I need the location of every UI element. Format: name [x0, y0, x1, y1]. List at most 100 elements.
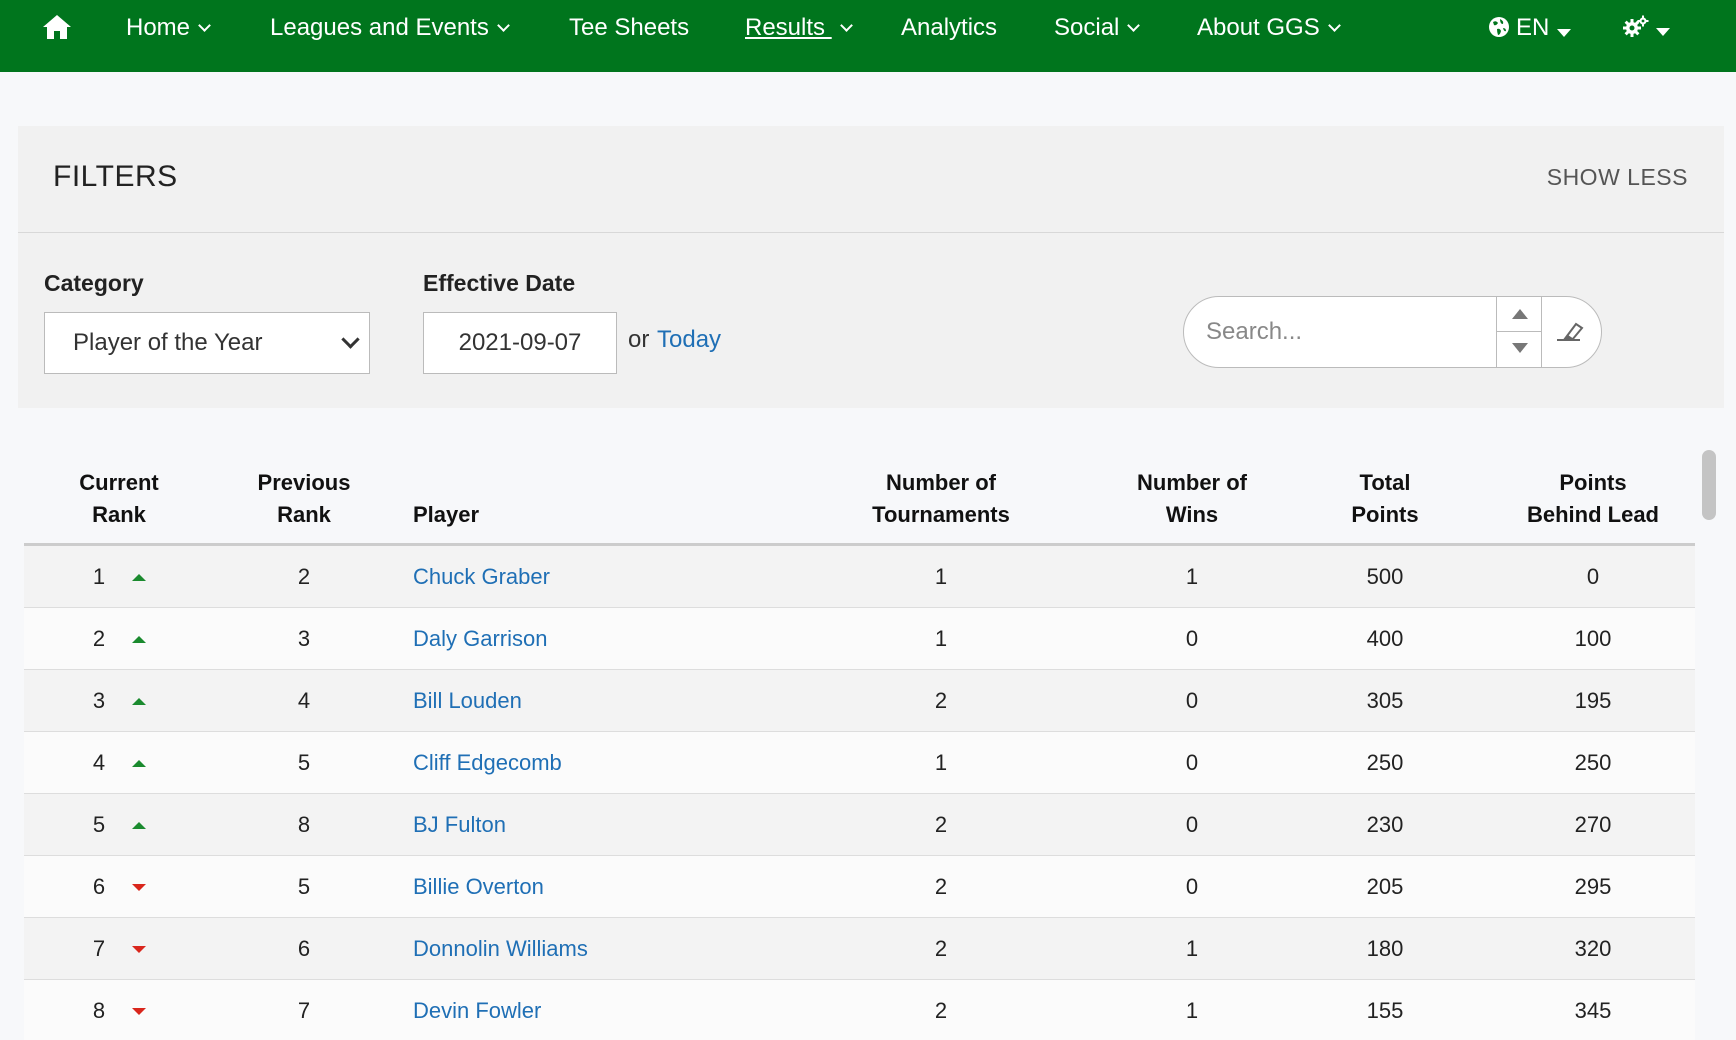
- header-total-points[interactable]: Total Points: [1285, 467, 1485, 531]
- player-link[interactable]: Billie Overton: [413, 856, 544, 918]
- filters-title: FILTERS: [53, 160, 178, 193]
- header-line: Tournaments: [872, 502, 1010, 527]
- nav-about-ggs[interactable]: About GGS: [1197, 0, 1341, 56]
- previous-rank-cell: 7: [297, 998, 311, 1023]
- header-line: Rank: [277, 502, 331, 527]
- current-rank-cell: 6: [92, 874, 106, 899]
- nav-home[interactable]: Home: [126, 0, 211, 56]
- rank-up-icon: [132, 760, 146, 767]
- spinner-down-button[interactable]: [1497, 332, 1542, 367]
- search-box: [1183, 296, 1602, 368]
- chevron-down-icon: [341, 330, 360, 349]
- header-previous-rank[interactable]: Previous Rank: [229, 467, 379, 531]
- top-nav: Home Leagues and Events Tee Sheets Resul…: [0, 0, 1736, 72]
- nav-social-label: Social: [1054, 14, 1120, 41]
- search-input[interactable]: [1184, 297, 1496, 367]
- wins-cell: 1: [1185, 936, 1199, 961]
- wins-cell: 0: [1185, 750, 1199, 775]
- category-select[interactable]: Player of the Year: [44, 312, 370, 374]
- filters-panel: FILTERS SHOW LESS Category Player of the…: [18, 126, 1724, 408]
- table-row[interactable]: 7 6 Donnolin Williams 2 1 180 320: [24, 918, 1695, 980]
- points-behind-cell: 270: [1574, 812, 1612, 837]
- rank-down-icon: [132, 1008, 146, 1015]
- header-current-rank[interactable]: Current Rank: [44, 467, 194, 531]
- nav-leagues-and-events[interactable]: Leagues and Events: [270, 0, 510, 56]
- header-line: Number of: [1137, 470, 1247, 495]
- player-link[interactable]: Bill Louden: [413, 670, 522, 732]
- previous-rank-cell: 6: [297, 936, 311, 961]
- total-points-cell: 250: [1366, 750, 1404, 775]
- total-points-cell: 400: [1366, 626, 1404, 651]
- chevron-down-icon: [1127, 19, 1141, 32]
- nav-leagues-label: Leagues and Events: [270, 14, 489, 41]
- globe-icon[interactable]: [1488, 16, 1510, 38]
- wins-cell: 1: [1185, 998, 1199, 1023]
- previous-rank-cell: 2: [297, 564, 311, 589]
- table-row[interactable]: 5 8 BJ Fulton 2 0 230 270: [24, 794, 1695, 856]
- total-points-cell: 205: [1366, 874, 1404, 899]
- nav-analytics[interactable]: Analytics: [901, 0, 997, 56]
- chevron-down-icon: [496, 19, 510, 32]
- nav-tee-sheets-label: Tee Sheets: [569, 14, 690, 41]
- points-behind-cell: 100: [1574, 626, 1612, 651]
- effective-date-input[interactable]: 2021-09-07: [423, 312, 617, 374]
- player-link[interactable]: Chuck Graber: [413, 546, 550, 608]
- today-link[interactable]: Today: [657, 326, 721, 354]
- previous-rank-cell: 3: [297, 626, 311, 651]
- eraser-icon[interactable]: [1554, 319, 1584, 345]
- nav-tee-sheets[interactable]: Tee Sheets: [569, 0, 689, 56]
- header-player[interactable]: Player: [413, 499, 479, 531]
- previous-rank-cell: 5: [297, 750, 311, 775]
- tournaments-cell: 2: [934, 874, 948, 899]
- player-link[interactable]: Cliff Edgecomb: [413, 732, 562, 794]
- header-number-of-tournaments[interactable]: Number of Tournaments: [841, 467, 1041, 531]
- total-points-cell: 230: [1366, 812, 1404, 837]
- table-row[interactable]: 2 3 Daly Garrison 1 0 400 100: [24, 608, 1695, 670]
- rank-up-icon: [132, 574, 146, 581]
- total-points-cell: 500: [1366, 564, 1404, 589]
- current-rank-cell: 1: [92, 564, 106, 589]
- header-number-of-wins[interactable]: Number of Wins: [1092, 467, 1292, 531]
- header-line: Wins: [1165, 502, 1219, 527]
- player-link[interactable]: Donnolin Williams: [413, 918, 588, 980]
- table-scrollbar[interactable]: [1702, 446, 1718, 1040]
- current-rank-cell: 3: [92, 688, 106, 713]
- header-points-behind-lead[interactable]: Points Behind Lead: [1493, 467, 1693, 531]
- nav-social[interactable]: Social: [1054, 0, 1141, 56]
- previous-rank-cell: 5: [297, 874, 311, 899]
- nav-results-label: Results: [745, 14, 832, 41]
- header-line: Current: [79, 470, 159, 495]
- category-label: Category: [44, 270, 144, 296]
- rank-up-icon: [132, 698, 146, 705]
- gear-icon[interactable]: [1622, 14, 1650, 40]
- table-row[interactable]: 3 4 Bill Louden 2 0 305 195: [24, 670, 1695, 732]
- nav-results[interactable]: Results: [745, 0, 853, 56]
- wins-cell: 0: [1185, 688, 1199, 713]
- chevron-down-icon: [198, 19, 211, 32]
- nav-about-label: About GGS: [1197, 14, 1320, 41]
- search-spinner: [1496, 297, 1542, 367]
- show-less-button[interactable]: SHOW LESS: [1547, 164, 1688, 191]
- scrollbar-thumb[interactable]: [1702, 450, 1716, 520]
- table-body: 1 2 Chuck Graber 1 1 500 0 2 3 Daly Garr…: [24, 546, 1695, 1040]
- points-behind-cell: 250: [1574, 750, 1612, 775]
- wins-cell: 0: [1185, 812, 1199, 837]
- table-row[interactable]: 4 5 Cliff Edgecomb 1 0 250 250: [24, 732, 1695, 794]
- table-header: Current Rank Previous Rank Player Number o…: [24, 445, 1695, 546]
- table-row[interactable]: 8 7 Devin Fowler 2 1 155 345: [24, 980, 1695, 1040]
- player-link[interactable]: Devin Fowler: [413, 980, 541, 1040]
- language-selector[interactable]: EN: [1516, 0, 1572, 56]
- or-text: or: [628, 326, 650, 353]
- caret-down-icon: [1656, 28, 1670, 36]
- home-icon[interactable]: [42, 14, 72, 40]
- table-row[interactable]: 6 5 Billie Overton 2 0 205 295: [24, 856, 1695, 918]
- points-behind-cell: 295: [1574, 874, 1612, 899]
- player-link[interactable]: Daly Garrison: [413, 608, 547, 670]
- points-behind-cell: 195: [1574, 688, 1612, 713]
- previous-rank-cell: 4: [297, 688, 311, 713]
- spinner-up-button[interactable]: [1497, 297, 1542, 332]
- player-link[interactable]: BJ Fulton: [413, 794, 506, 856]
- table-row[interactable]: 1 2 Chuck Graber 1 1 500 0: [24, 546, 1695, 608]
- points-behind-cell: 0: [1586, 564, 1600, 589]
- current-rank-cell: 2: [92, 626, 106, 651]
